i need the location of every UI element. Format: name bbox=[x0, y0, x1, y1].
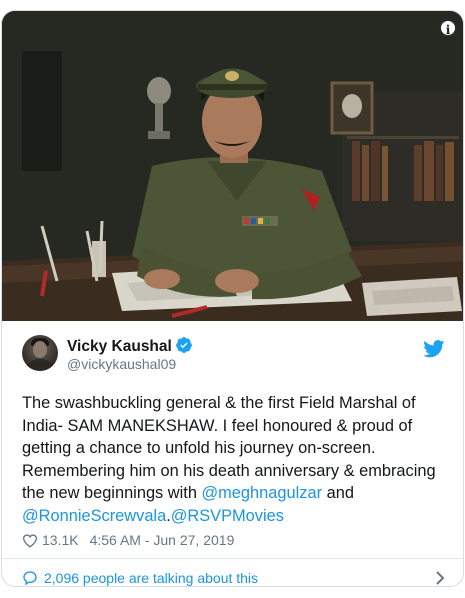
verified-badge-icon bbox=[175, 337, 192, 353]
like-button[interactable]: 13.1K bbox=[22, 532, 79, 548]
talking-about-link[interactable]: 2,096 people are talking about this bbox=[22, 567, 447, 586]
tweet-meta: 13.1K 4:56 AM - Jun 27, 2019 bbox=[22, 531, 234, 549]
twitter-bird-icon[interactable] bbox=[423, 340, 445, 358]
author-handle[interactable]: @vickykaushal09 bbox=[67, 356, 176, 372]
tweet-text-part-2: and bbox=[322, 484, 354, 503]
like-count: 13.1K bbox=[42, 532, 79, 548]
chevron-right-icon[interactable] bbox=[435, 570, 445, 586]
author-name-text[interactable]: Vicky Kaushal bbox=[67, 338, 172, 355]
mention-rsvpmovies[interactable]: @RSVPMovies bbox=[171, 507, 284, 525]
mention-meghnagulzar[interactable]: @meghnagulzar bbox=[202, 484, 323, 502]
author-name[interactable]: Vicky Kaushal bbox=[67, 336, 193, 356]
speech-bubble-icon bbox=[23, 571, 37, 586]
mention-ronniescrewvala[interactable]: @RonnieScrewvala bbox=[22, 507, 166, 525]
divider bbox=[2, 558, 463, 559]
heart-icon bbox=[22, 533, 38, 548]
info-icon[interactable]: i bbox=[439, 19, 457, 37]
tweet-author: Vicky Kaushal @vickykaushal09 bbox=[22, 335, 447, 375]
tweet-text: The swashbuckling general & the first Fi… bbox=[22, 392, 452, 528]
tweet-photo[interactable]: i bbox=[2, 11, 463, 321]
tweet-embed-card: i Vicky Kaushal @vickykaushal09 The swas… bbox=[1, 10, 464, 587]
photo-scene bbox=[2, 11, 463, 321]
avatar[interactable] bbox=[22, 335, 58, 371]
talking-about-text[interactable]: 2,096 people are talking about this bbox=[44, 570, 258, 586]
tweet-timestamp[interactable]: 4:56 AM - Jun 27, 2019 bbox=[90, 532, 235, 548]
